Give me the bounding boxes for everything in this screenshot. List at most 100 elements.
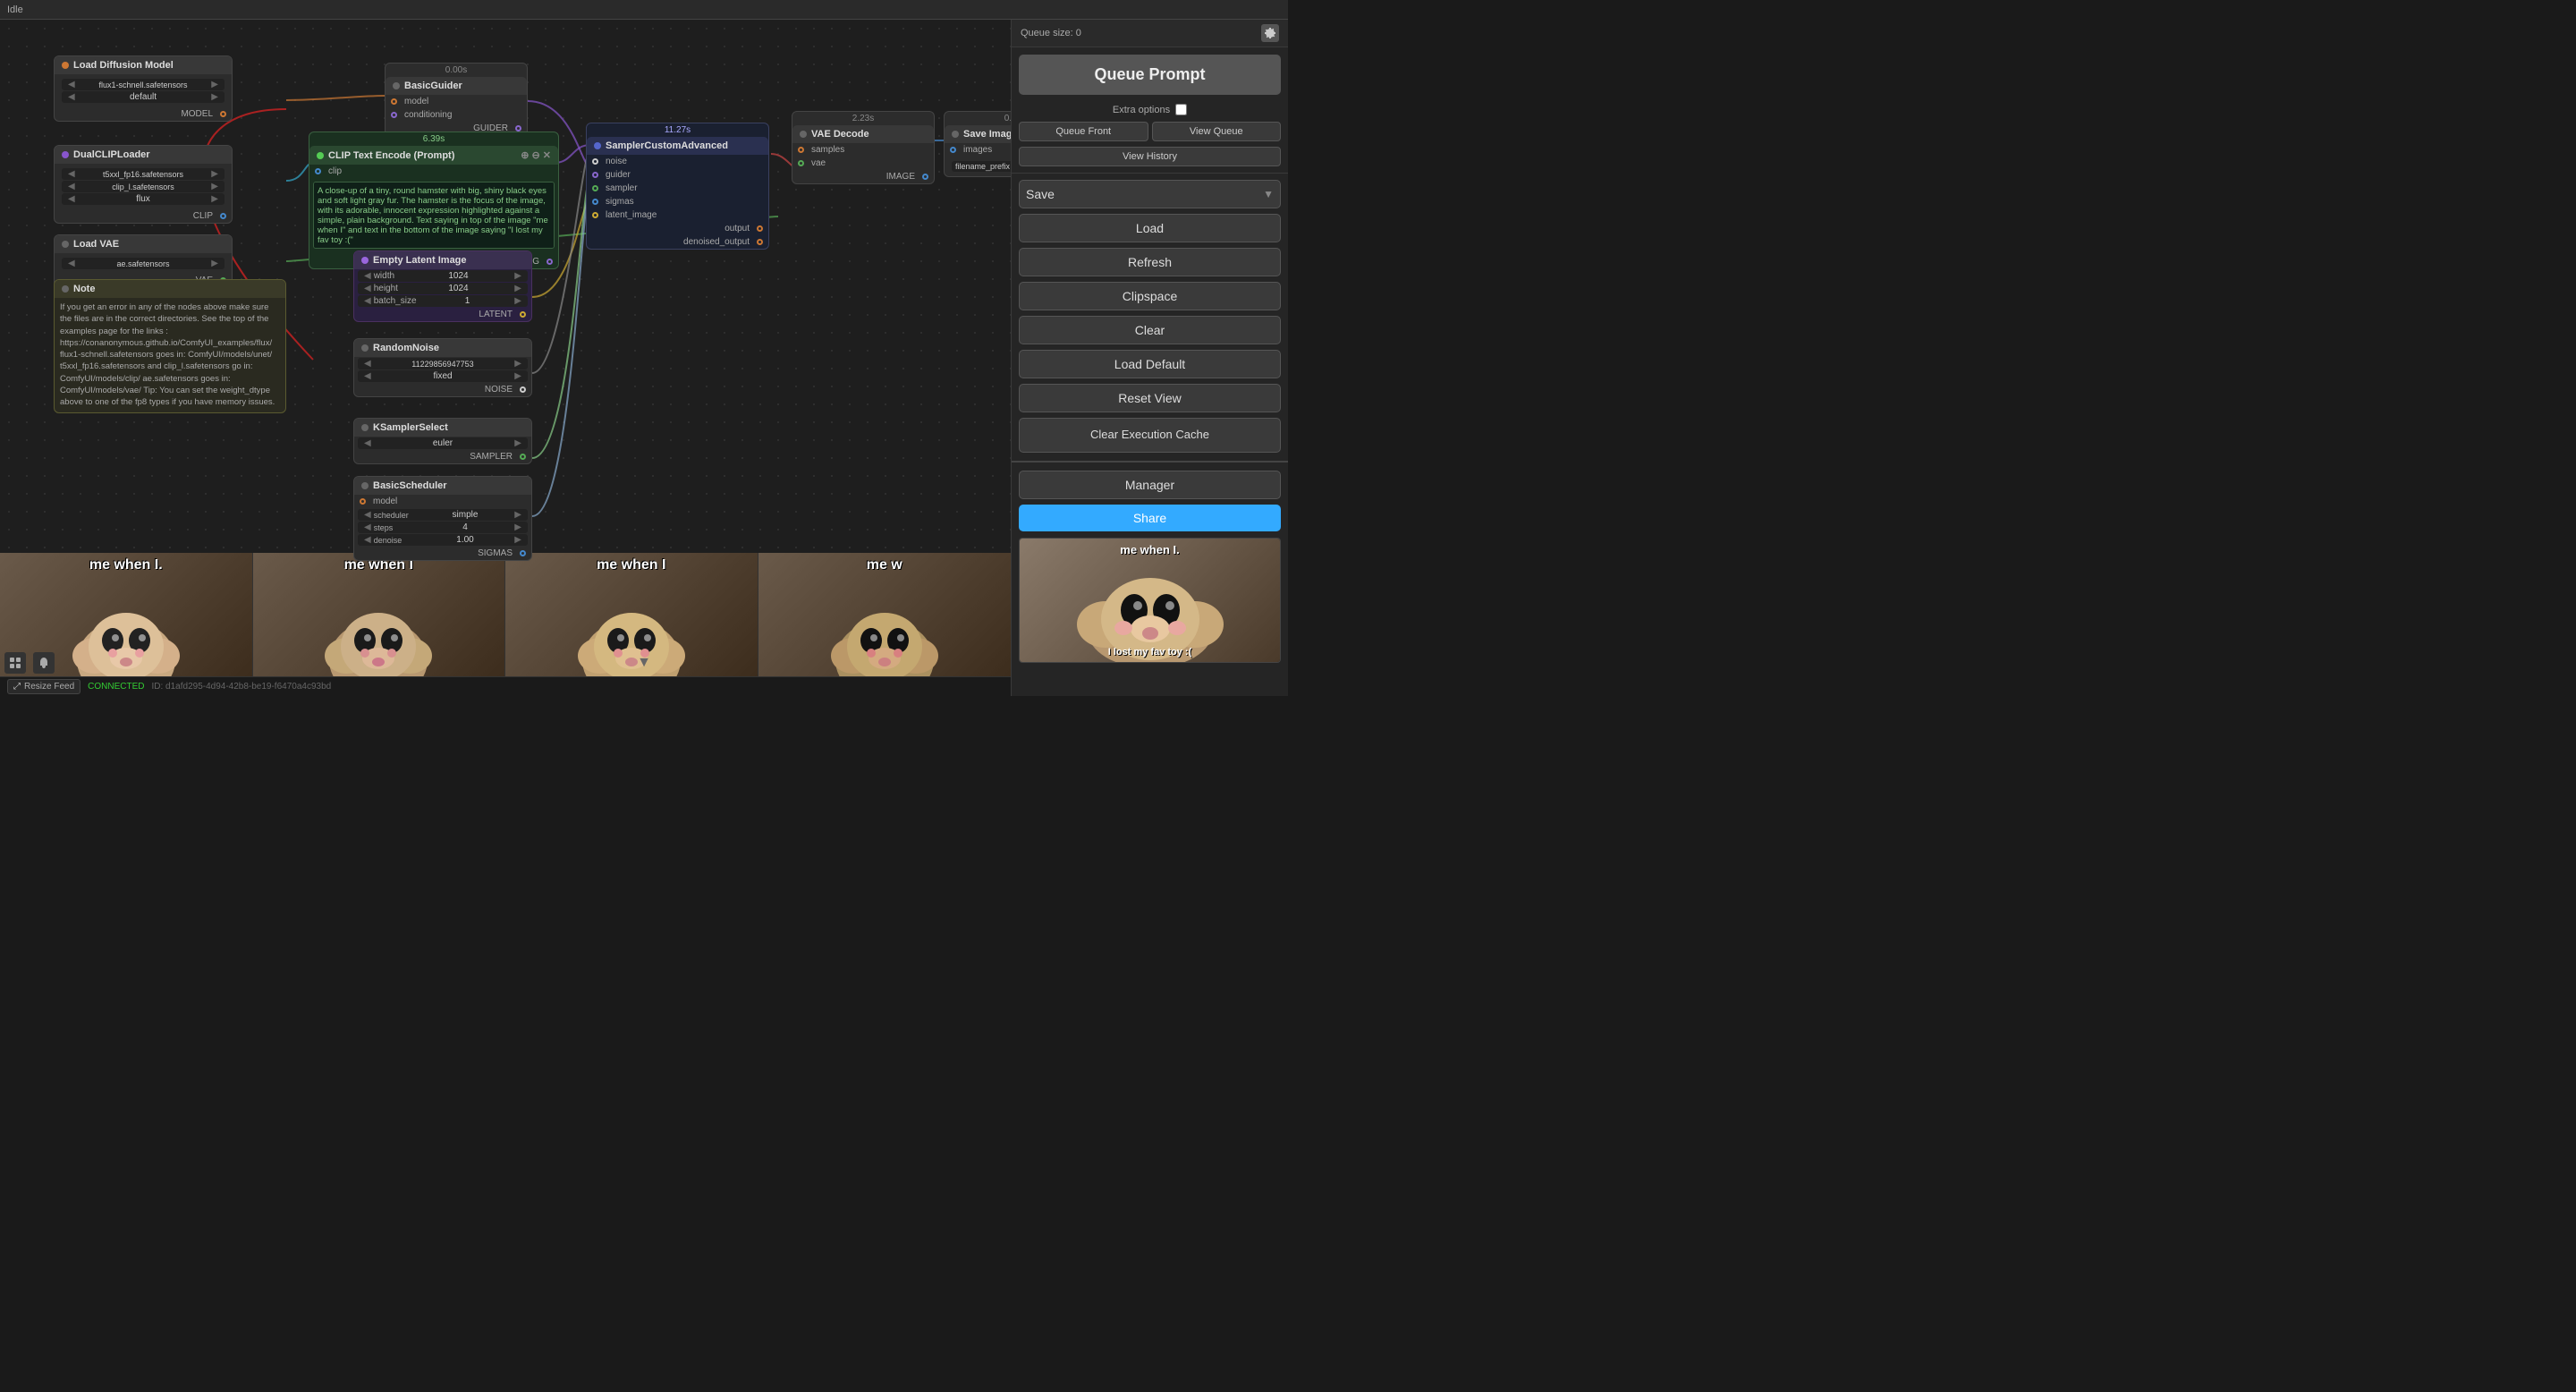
extra-options-checkbox[interactable] xyxy=(1175,104,1187,115)
layout-icon[interactable] xyxy=(4,652,26,674)
sidebar: Queue size: 0 Queue Prompt Extra options… xyxy=(1011,20,1288,696)
node-header-dual-clip: DualCLIPLoader xyxy=(55,146,232,164)
save-arrow: ▼ xyxy=(1263,188,1274,200)
node-note[interactable]: Note If you get an error in any of the n… xyxy=(54,279,286,413)
sampler-output-port: output xyxy=(587,222,768,235)
gallery-item-3[interactable]: me w xyxy=(758,553,1012,696)
node-header-empty-latent: Empty Latent Image xyxy=(354,251,531,269)
gear-icon[interactable] xyxy=(1261,24,1279,42)
extra-options-row: Extra options xyxy=(1012,102,1288,119)
sampler-guider-port: guider xyxy=(587,168,768,182)
sampler-noise-port: noise xyxy=(587,155,768,168)
clip-input-port: clip xyxy=(309,165,558,178)
app-title: Idle xyxy=(7,4,23,15)
batch-size-row[interactable]: ◀ batch_size 1 ▶ xyxy=(358,295,528,307)
weight-arr-l[interactable]: ◀ xyxy=(65,92,78,102)
load-button[interactable]: Load xyxy=(1019,214,1281,242)
unet-arr-l[interactable]: ◀ xyxy=(65,80,78,89)
resize-feed-button[interactable]: ⤢ Resize Feed xyxy=(7,679,80,694)
node-header-guider: BasicGuider xyxy=(386,77,527,95)
sampler-sampler-port: sampler xyxy=(587,182,768,195)
noise-seed-row[interactable]: ◀ 11229856947753 ▶ xyxy=(358,358,528,369)
thumbnail-bottom-text: I lost my fav toy :( xyxy=(1020,647,1280,658)
noise-output-port: NOISE xyxy=(354,383,531,396)
share-button[interactable]: Share xyxy=(1019,505,1281,531)
queue-front-button[interactable]: Queue Front xyxy=(1019,122,1148,141)
gallery-item-0[interactable]: me when I. xyxy=(0,553,253,696)
node-empty-latent[interactable]: Empty Latent Image ◀ width 1024 ▶ ◀ heig… xyxy=(353,250,532,322)
weight-arr-r[interactable]: ▶ xyxy=(208,92,221,102)
node-header-vae: Load VAE xyxy=(55,235,232,253)
unet-arr-r[interactable]: ▶ xyxy=(208,80,221,89)
clip2-name-row[interactable]: ◀ clip_l.safetensors ▶ xyxy=(62,181,225,192)
latent-output-port: LATENT xyxy=(354,308,531,321)
clip-timer: 6.39s xyxy=(309,132,558,146)
reset-view-button[interactable]: Reset View xyxy=(1019,384,1281,412)
queue-prompt-button[interactable]: Queue Prompt xyxy=(1019,55,1281,95)
queue-size-label: Queue size: 0 xyxy=(1021,28,1081,38)
vae-name-row[interactable]: ◀ ae.safetensors ▶ xyxy=(62,258,225,269)
titlebar: Idle xyxy=(0,0,1288,20)
scheduler-row[interactable]: ◀ scheduler simple ▶ xyxy=(358,509,528,521)
node-header-ksampler: KSamplerSelect xyxy=(354,419,531,437)
view-queue-button[interactable]: View Queue xyxy=(1152,122,1282,141)
status-id: ID: d1afd295-4d94-42b8-be19-f6470a4c93bd xyxy=(151,682,331,692)
guider-model-port: model xyxy=(386,95,527,108)
clip-type-row[interactable]: ◀ flux ▶ xyxy=(62,193,225,205)
node-basic-scheduler[interactable]: BasicScheduler model ◀ scheduler simple … xyxy=(353,476,532,561)
weight-dtype-row[interactable]: ◀ default ▶ xyxy=(62,91,225,103)
sampler-name-row[interactable]: ◀ euler ▶ xyxy=(358,437,528,449)
clip1-name-row[interactable]: ◀ t5xxl_fp16.safetensors ▶ xyxy=(62,168,225,180)
height-row[interactable]: ◀ height 1024 ▶ xyxy=(358,283,528,294)
sampler-denoised-port: denoised_output xyxy=(587,235,768,249)
node-clip-text[interactable]: 6.39s CLIP Text Encode (Prompt) ⊕ ⊖ ✕ cl… xyxy=(309,132,559,269)
denoise-row[interactable]: ◀ denoise 1.00 ▶ xyxy=(358,534,528,546)
vae-decode-timer: 2.23s xyxy=(792,112,934,125)
node-header-vae-decode: VAE Decode xyxy=(792,125,934,143)
bottom-chevron[interactable]: ▼ xyxy=(637,655,651,671)
resize-icon: ⤢ xyxy=(13,682,21,692)
node-basic-guider[interactable]: 0.00s BasicGuider model conditioning GUI… xyxy=(385,63,528,136)
steps-row[interactable]: ◀ steps 4 ▶ xyxy=(358,522,528,533)
clipspace-button[interactable]: Clipspace xyxy=(1019,282,1281,310)
width-row[interactable]: ◀ width 1024 ▶ xyxy=(358,270,528,282)
save-image-timer: 0.14s xyxy=(945,112,1011,125)
clip-output-port: CLIP xyxy=(55,209,232,223)
node-random-noise[interactable]: RandomNoise ◀ 11229856947753 ▶ ◀ fixed ▶… xyxy=(353,338,532,397)
control-after-row[interactable]: ◀ fixed ▶ xyxy=(358,370,528,382)
node-ksampler-select[interactable]: KSamplerSelect ◀ euler ▶ SAMPLER xyxy=(353,418,532,464)
gallery-item-1[interactable]: me when I xyxy=(253,553,506,696)
load-default-button[interactable]: Load Default xyxy=(1019,350,1281,378)
sidebar-thumbnail: me when I. I lost my fav toy :( xyxy=(1019,538,1281,663)
clip-node-controls[interactable]: ⊕ ⊖ ✕ xyxy=(521,149,551,161)
refresh-button[interactable]: Refresh xyxy=(1019,248,1281,276)
node-sampler-custom[interactable]: 11.27s SamplerCustomAdvanced noise guide… xyxy=(586,123,769,250)
node-header-clip-text: CLIP Text Encode (Prompt) ⊕ ⊖ ✕ xyxy=(309,146,558,165)
filename-prefix-row[interactable]: filename_prefix xyxy=(952,161,1011,172)
gallery-text-2: me when I xyxy=(505,557,758,573)
manager-button[interactable]: Manager xyxy=(1019,471,1281,499)
gallery-item-2[interactable]: me when I xyxy=(505,553,758,696)
scheduler-output-port: SIGMAS xyxy=(354,547,531,560)
notification-icon[interactable] xyxy=(33,652,55,674)
node-header-save-image: Save Image xyxy=(945,125,1011,143)
vae-decode-image-port: IMAGE xyxy=(792,170,934,183)
node-header-load-diffusion: Load Diffusion Model xyxy=(55,56,232,74)
vae-decode-vae-port: vae xyxy=(792,157,934,170)
view-history-button[interactable]: View History xyxy=(1019,147,1281,166)
guider-timer: 0.00s xyxy=(386,64,527,77)
node-vae-decode[interactable]: 2.23s VAE Decode samples vae IMAGE xyxy=(792,111,935,184)
node-load-diffusion[interactable]: Load Diffusion Model ◀ flux1-schnell.saf… xyxy=(54,55,233,122)
clear-button[interactable]: Clear xyxy=(1019,316,1281,344)
save-button[interactable]: Save ▼ xyxy=(1019,180,1281,208)
sampler-latent-port: latent_image xyxy=(587,208,768,222)
gallery-text-3: me w xyxy=(758,557,1012,573)
node-save-image[interactable]: 0.14s Save Image images filename_prefix xyxy=(944,111,1011,177)
clip-text-input[interactable]: A close-up of a tiny, round hamster with… xyxy=(313,182,555,249)
node-dual-clip[interactable]: DualCLIPLoader ◀ t5xxl_fp16.safetensors … xyxy=(54,145,233,224)
sampler-timer: 11.27s xyxy=(587,123,768,137)
clear-execution-cache-button[interactable]: Clear Execution Cache xyxy=(1019,418,1281,453)
node-header-scheduler: BasicScheduler xyxy=(354,477,531,495)
unet-name-row[interactable]: ◀ flux1-schnell.safetensors ▶ xyxy=(62,79,225,90)
save-images-port: images xyxy=(945,143,1011,157)
